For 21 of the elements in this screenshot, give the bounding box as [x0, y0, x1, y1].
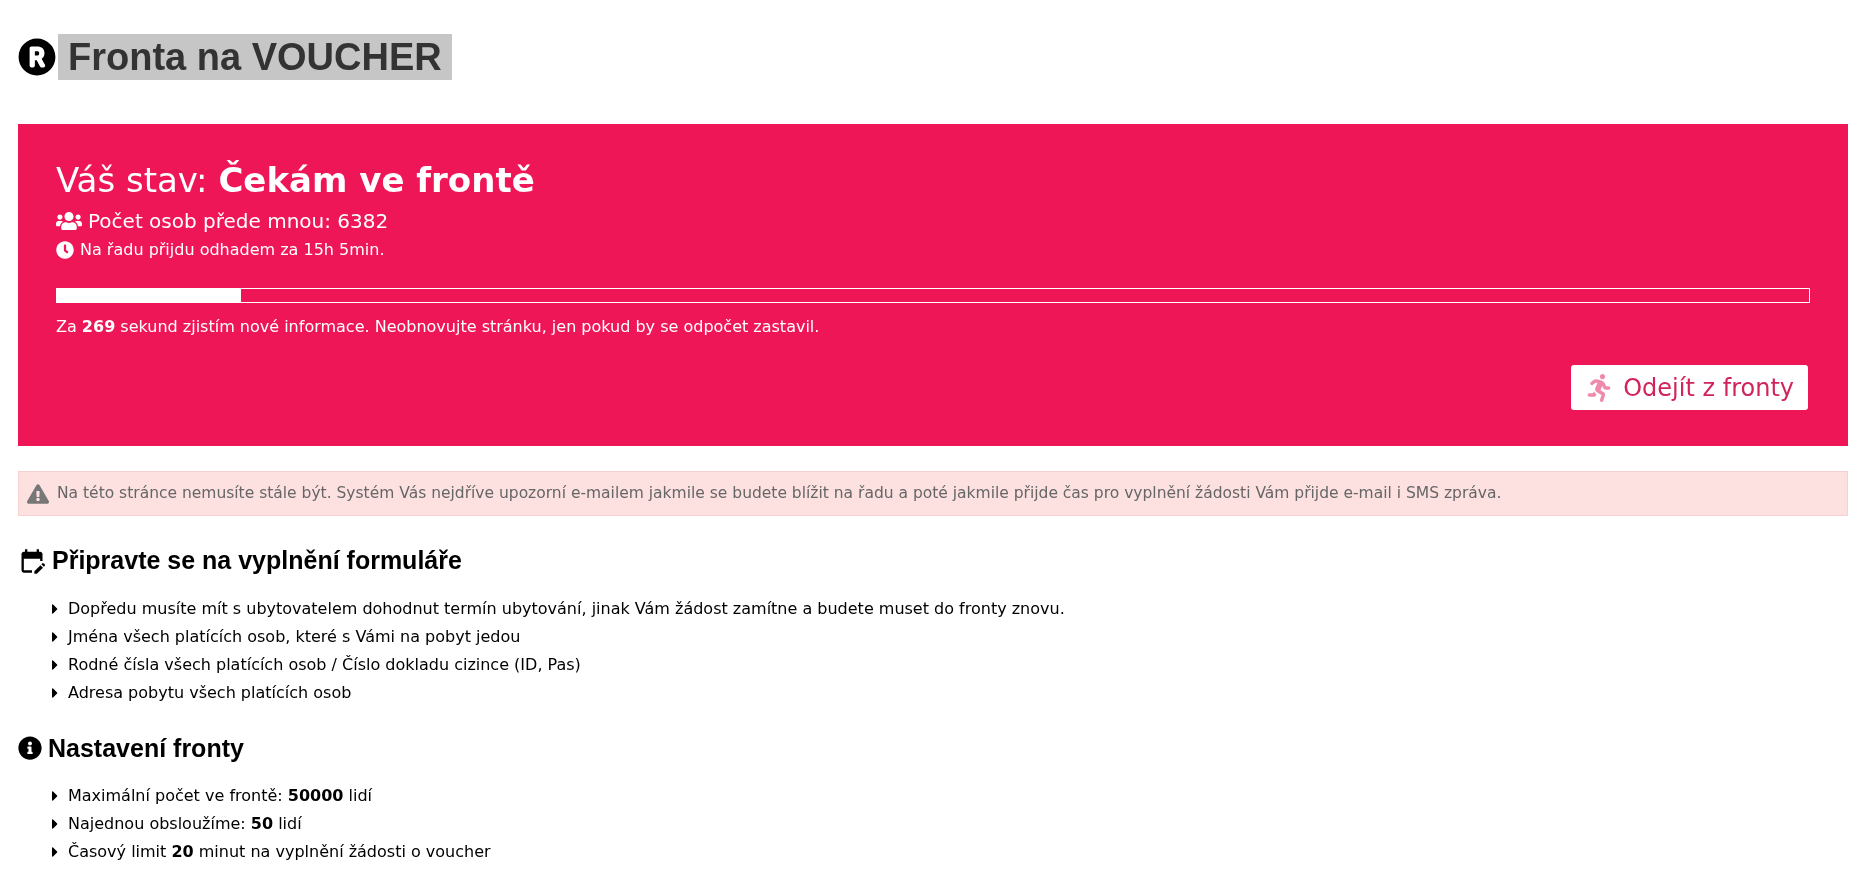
warning-icon [27, 483, 49, 504]
page-title: Fronta na VOUCHER [58, 34, 452, 80]
section-heading: Připravte se na vyplnění formuláře [52, 545, 462, 576]
countdown-text: Za 269 sekund zjistím nové informace. Neobnovujte stránku, jen pokud by se odpočet zastavil. [56, 316, 821, 338]
clock-icon [56, 241, 74, 259]
list-item-text: Rodné čísla všech platících osob / Číslo dokladu cizince (ID, Pas) [68, 653, 581, 676]
people-ahead-text: Počet osob přede mnou: 6382 [88, 208, 389, 235]
section-heading: Nastavení fronty [48, 732, 244, 764]
registered-icon [18, 38, 56, 76]
status-heading: Váš stav: Čekám ve frontě [56, 159, 536, 202]
users-icon [56, 210, 82, 232]
list-item-text: Adresa pobytu všech platících osob [68, 681, 352, 704]
list-item-text: Časový limit 20 minut na vyplnění žádosti o voucher [68, 841, 491, 863]
leave-queue-button[interactable]: Odejít z fronty [1571, 365, 1808, 410]
info-icon [18, 736, 42, 761]
list-item-text: Maximální počet ve frontě: 50000 lidí [68, 785, 372, 807]
estimate-text: Na řadu přijdu odhadem za 15h 5min. [80, 239, 385, 261]
notice-text: Na této stránce nemusíte stále být. Systém Vás nejdříve upozorní e-mailem jakmile se budete blížit na řadu a poté jakmile přijde čas pro vyplnění žádosti Vám přijde e-mail i SMS zpráva. [57, 482, 1502, 504]
list-item-text: Jména všech platících osob, které s Vámi na pobyt jedou [68, 625, 521, 648]
list-item-text: Dopředu musíte mít s ubytovatelem dohodnut termín ubytování, jinak Vám žádost zamítne a budete muset do fronty znovu. [68, 597, 1065, 620]
list-item-text: Najednou obsloužíme: 50 lidí [68, 813, 302, 835]
